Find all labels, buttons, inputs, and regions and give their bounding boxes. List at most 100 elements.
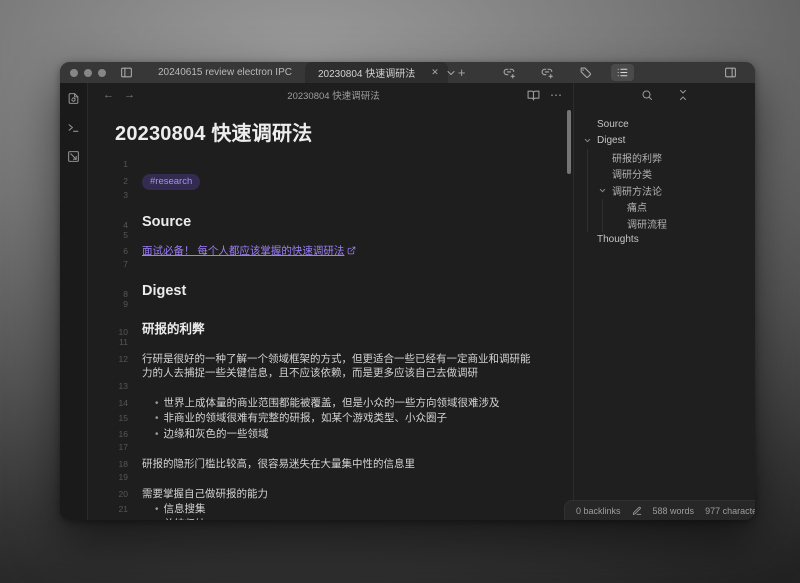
bullet-marker: • xyxy=(155,519,159,520)
tab-bar: 20240615 review electron IPC 20230804 快速… xyxy=(145,62,439,83)
bullet-line: •总结归纳 xyxy=(142,517,573,520)
outline-item[interactable]: Source xyxy=(583,116,751,133)
editor-line[interactable]: 12行研是很好的一种了解一个领域框架的方式，但更适合一些已经有一定商业和调研能力… xyxy=(88,352,573,381)
line-number: 10 xyxy=(88,327,142,337)
editor-line[interactable]: 22•总结归纳 xyxy=(88,517,573,520)
editor-line[interactable]: 1 xyxy=(88,159,573,174)
chevron-down-icon[interactable] xyxy=(583,136,592,145)
outline-tree: Source Digest 研报的利弊调研分类调研方法论痛点调研流程Thoughts xyxy=(574,107,755,520)
tab-title: 20230804 快速调研法 xyxy=(318,65,415,80)
editor-line[interactable]: 13 xyxy=(88,381,573,396)
right-sidebar: Source Digest 研报的利弊调研分类调研方法论痛点调研流程Thoughts… xyxy=(573,83,755,520)
more-options-icon[interactable]: ⋯ xyxy=(550,88,563,102)
editor-line[interactable]: 7 xyxy=(88,259,573,274)
bullet-text: 信息搜集 xyxy=(164,503,206,515)
editor-line[interactable]: 16•边缘和灰色的一些领域 xyxy=(88,427,573,443)
outgoing-links-icon[interactable] xyxy=(535,66,560,79)
bullet-marker: • xyxy=(155,413,159,424)
line-number: 12 xyxy=(88,354,142,364)
reading-view-icon[interactable] xyxy=(527,89,540,102)
link-line: 面试必备！ 每个人都应该掌握的快速调研法 xyxy=(142,244,573,259)
tab-list-chevron-down-icon[interactable] xyxy=(439,67,463,79)
tag-line: #research xyxy=(142,174,573,191)
minimize-window-button[interactable] xyxy=(84,69,92,77)
outline-item[interactable]: 调研流程 xyxy=(613,215,751,232)
note-sync-icon[interactable] xyxy=(67,92,80,105)
paragraph-line: 需要掌握自己做研报的能力 xyxy=(142,487,573,502)
outline-icon[interactable] xyxy=(611,64,634,81)
backlinks-icon[interactable] xyxy=(497,66,522,79)
bullet-line: •边缘和灰色的一些领域 xyxy=(142,427,573,443)
outline-item-label: 调研分类 xyxy=(612,166,652,181)
editor-lines: 12#research34Source56面试必备！ 每个人都应该掌握的快速调研… xyxy=(88,159,573,520)
editor-scrollbar[interactable] xyxy=(567,110,571,174)
paragraph-line: 行研是很好的一种了解一个领域框架的方式，但更适合一些已经有一定商业和调研能力的人… xyxy=(142,352,573,381)
editor-line[interactable]: 9 xyxy=(88,299,573,314)
editor-content[interactable]: 20230804 快速调研法 12#research34Source56面试必备… xyxy=(88,107,573,520)
outline-item-label: 调研流程 xyxy=(627,216,667,231)
line-number: 8 xyxy=(88,289,142,299)
editor-line[interactable]: 20需要掌握自己做研报的能力 xyxy=(88,487,573,502)
tags-icon[interactable] xyxy=(573,66,598,79)
editor-line[interactable]: 3 xyxy=(88,190,573,205)
outline-item[interactable]: 痛点 xyxy=(613,199,751,216)
line-number: 16 xyxy=(88,429,142,439)
editor-line[interactable]: 5 xyxy=(88,230,573,245)
editor-line[interactable]: 18研报的隐形门槛比较高，很容易迷失在大量集中性的信息里 xyxy=(88,457,573,472)
right-sidebar-toggle-icon[interactable] xyxy=(718,66,743,79)
line-number: 9 xyxy=(88,299,142,309)
editor-line[interactable]: 10研报的利弊 xyxy=(88,314,573,337)
line-number: 18 xyxy=(88,459,142,469)
left-sidebar-toggle-icon[interactable] xyxy=(114,62,139,83)
bullet-line: •世界上成体量的商业范围都能被覆盖，但是小众的一些方向领域很难涉及 xyxy=(142,396,573,412)
back-icon[interactable]: ← xyxy=(98,89,119,101)
editor-line[interactable]: 17 xyxy=(88,442,573,457)
line-number: 22 xyxy=(88,519,142,520)
heading2-line: Source xyxy=(142,215,573,230)
external-link[interactable]: 面试必备！ 每个人都应该掌握的快速调研法 xyxy=(142,245,344,257)
editor-line[interactable]: 14•世界上成体量的商业范围都能被覆盖，但是小众的一些方向领域很难涉及 xyxy=(88,396,573,412)
tag-pill[interactable]: #research xyxy=(142,174,200,191)
close-tab-icon[interactable]: ✕ xyxy=(431,67,439,78)
outline-item-label: Source xyxy=(597,119,629,130)
editor-line[interactable]: 15•非商业的领域很难有完整的研报，如某个游戏类型、小众圈子 xyxy=(88,411,573,427)
pane-actions: ⋯ xyxy=(527,88,563,102)
window-controls xyxy=(60,62,114,83)
heading3-line: 研报的利弊 xyxy=(142,322,573,337)
line-number: 15 xyxy=(88,413,142,423)
chevron-down-icon[interactable] xyxy=(598,186,607,195)
editor-line[interactable]: 4Source xyxy=(88,205,573,230)
line-number: 21 xyxy=(88,504,142,514)
line-number: 5 xyxy=(88,230,142,240)
editor-line[interactable]: 6面试必备！ 每个人都应该掌握的快速调研法 xyxy=(88,244,573,259)
bullet-line: • 信息搜集 xyxy=(142,502,573,518)
close-window-button[interactable] xyxy=(70,69,78,77)
outline-item[interactable]: Thoughts xyxy=(583,232,751,249)
editor-pane: ← → 20230804 快速调研法 ⋯ 20230804 快速调研法 12#r… xyxy=(88,83,573,520)
editor-line[interactable]: 2#research xyxy=(88,174,573,190)
tab-active[interactable]: 20230804 快速调研法 ✕ xyxy=(305,62,448,83)
outline-item[interactable]: 研报的利弊 xyxy=(598,149,751,166)
outline-item[interactable]: 调研方法论 xyxy=(598,182,751,199)
backlinks-count[interactable]: 0 backlinks xyxy=(576,506,621,516)
outline-item[interactable]: 调研分类 xyxy=(598,166,751,183)
editor-line[interactable]: 11 xyxy=(88,337,573,352)
tab-inactive[interactable]: 20240615 review electron IPC xyxy=(145,62,305,83)
search-icon[interactable] xyxy=(641,89,653,101)
line-number: 1 xyxy=(88,159,142,169)
zoom-window-button[interactable] xyxy=(98,69,106,77)
bullet-marker: • xyxy=(155,398,159,409)
note-inline-title[interactable]: 20230804 快速调研法 xyxy=(115,117,573,146)
collapse-all-icon[interactable] xyxy=(677,89,689,101)
editor-line[interactable]: 8Digest xyxy=(88,274,573,299)
outline-item[interactable]: Digest xyxy=(583,133,751,150)
editor-line[interactable]: 21 • 信息搜集 xyxy=(88,502,573,518)
editor-line[interactable]: 19 xyxy=(88,472,573,487)
line-number: 4 xyxy=(88,220,142,230)
ribbon xyxy=(60,83,88,520)
sketch-icon[interactable] xyxy=(67,150,80,163)
app-window: 20240615 review electron IPC 20230804 快速… xyxy=(60,62,755,520)
outline-item-label: Digest xyxy=(597,135,625,146)
terminal-icon[interactable] xyxy=(67,121,80,134)
forward-icon[interactable]: → xyxy=(119,89,140,101)
